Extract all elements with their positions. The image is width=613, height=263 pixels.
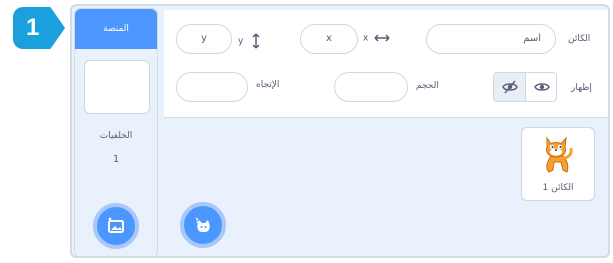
- direction-label: الإتجاه: [256, 80, 280, 90]
- backdrops-label: الخلفيات: [99, 131, 133, 141]
- sprite-info-panel: الكائن اسم x x y y إظهار الحجم الإتجاه: [164, 10, 608, 118]
- cat-sprite-icon: [546, 136, 573, 173]
- show-sprite-button[interactable]: [526, 73, 558, 101]
- y-label-text: y: [238, 36, 244, 47]
- x-position-input[interactable]: x: [300, 24, 358, 54]
- show-label: إظهار: [571, 83, 592, 93]
- eye-slash-icon: [502, 80, 518, 94]
- size-label: الحجم: [416, 81, 439, 91]
- sprite-tile[interactable]: الكائن 1: [521, 127, 595, 201]
- editor-frame: المنصة الخلفيات 1 الكائن اسم x x y y إظه…: [70, 4, 610, 258]
- choose-backdrop-button[interactable]: [93, 203, 139, 249]
- direction-input[interactable]: [176, 72, 248, 102]
- cat-face-icon: [195, 217, 210, 233]
- x-label-text: x: [363, 33, 369, 44]
- size-input[interactable]: [334, 72, 408, 102]
- stage-selector[interactable]: المنصة الخلفيات 1: [74, 8, 158, 256]
- stage-thumbnail[interactable]: [84, 60, 150, 114]
- backdrops-count: 1: [112, 154, 120, 165]
- visibility-toggle: [493, 72, 557, 102]
- y-arrows-icon: [252, 33, 260, 49]
- y-position-input[interactable]: y: [176, 24, 232, 54]
- choose-sprite-button[interactable]: [180, 202, 226, 248]
- x-arrows-icon: [374, 34, 390, 42]
- stage-header[interactable]: المنصة: [75, 9, 157, 49]
- step-badge: 1: [13, 7, 65, 49]
- hide-sprite-button[interactable]: [494, 73, 526, 101]
- y-label: y: [238, 33, 261, 49]
- sprite-name: الكائن 1: [542, 183, 574, 193]
- sprite-name-label: الكائن: [568, 34, 591, 44]
- backdrop-picture-icon: [108, 217, 124, 233]
- x-label: x: [363, 33, 390, 44]
- sprite-name-input[interactable]: اسم: [426, 24, 556, 54]
- eye-icon: [534, 83, 550, 91]
